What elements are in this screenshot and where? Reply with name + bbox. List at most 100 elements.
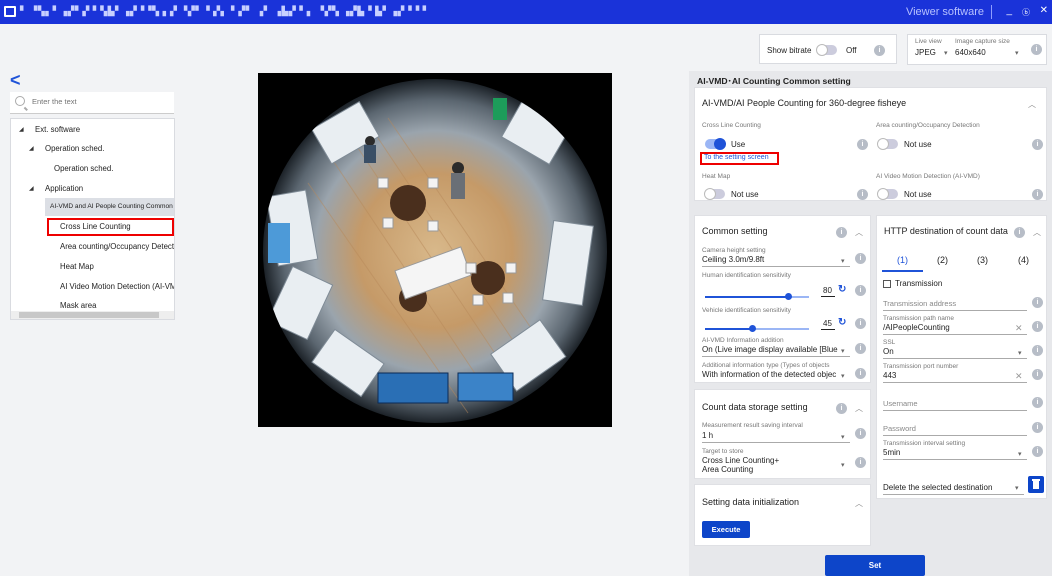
- target-value-1[interactable]: Cross Line Counting+: [702, 456, 779, 465]
- info-icon[interactable]: i: [1032, 189, 1043, 200]
- transmission-checkbox[interactable]: [883, 280, 891, 288]
- restore-button[interactable]: ⓑ: [1022, 7, 1030, 18]
- minimize-button[interactable]: _: [1006, 5, 1012, 16]
- path-value[interactable]: /AIPeopleCounting: [883, 323, 950, 332]
- info-icon[interactable]: i: [874, 45, 885, 56]
- info-icon[interactable]: i: [855, 285, 866, 296]
- info-icon[interactable]: i: [855, 368, 866, 379]
- tab-4[interactable]: (4): [1018, 255, 1029, 265]
- chevron-up-icon[interactable]: ︿: [855, 227, 863, 238]
- search-input[interactable]: [32, 97, 162, 106]
- caret-down-icon[interactable]: ◢: [19, 121, 24, 139]
- info-icon[interactable]: i: [1032, 446, 1043, 457]
- tab-1[interactable]: (1): [897, 255, 908, 265]
- tab-2[interactable]: (2): [937, 255, 948, 265]
- chevron-down-icon[interactable]: ▾: [1015, 484, 1019, 492]
- info-icon[interactable]: i: [855, 457, 866, 468]
- info-icon[interactable]: i: [1032, 397, 1043, 408]
- human-sensitivity-slider[interactable]: [785, 293, 792, 300]
- chevron-down-icon[interactable]: ▾: [841, 461, 845, 469]
- interval-value[interactable]: 1 h: [702, 431, 713, 440]
- chevron-down-icon[interactable]: ▾: [841, 347, 845, 355]
- horizontal-scrollbar[interactable]: [11, 311, 174, 319]
- tree-item-operation-sched[interactable]: ◢ Operation sched.: [11, 140, 174, 158]
- tree-item-heat-map[interactable]: Heat Map: [11, 258, 174, 276]
- info-icon[interactable]: i: [1014, 227, 1025, 238]
- info-icon[interactable]: i: [855, 253, 866, 264]
- username-field[interactable]: Username: [883, 399, 918, 408]
- password-field[interactable]: Password: [883, 424, 916, 433]
- scrollbar-thumb[interactable]: [19, 312, 159, 318]
- info-icon[interactable]: i: [857, 189, 868, 200]
- tree-item-application[interactable]: ◢ Application: [11, 180, 174, 198]
- chevron-up-icon[interactable]: ︿: [855, 498, 863, 509]
- capture-size-value[interactable]: 640x640: [955, 48, 986, 57]
- chevron-down-icon[interactable]: ▾: [1015, 49, 1019, 57]
- info-icon[interactable]: i: [1031, 44, 1042, 55]
- area-counting-toggle[interactable]: [877, 138, 898, 150]
- tree-item-ai-vmd[interactable]: AI Video Motion Detection (AI-VMD: [11, 278, 174, 296]
- info-icon[interactable]: i: [1032, 321, 1043, 332]
- tree-item-operation-sched-child[interactable]: Operation sched.: [11, 160, 174, 178]
- info-icon[interactable]: i: [1032, 369, 1043, 380]
- setting-screen-link[interactable]: To the setting screen: [704, 154, 769, 161]
- area-counting-value: Not use: [904, 140, 932, 149]
- trash-icon[interactable]: [1028, 476, 1044, 493]
- info-icon[interactable]: i: [857, 139, 868, 150]
- address-field[interactable]: Transmission address: [883, 299, 956, 308]
- chevron-down-icon[interactable]: ▾: [841, 372, 845, 380]
- clear-icon[interactable]: ✕: [1015, 371, 1023, 382]
- human-sensitivity-value[interactable]: 80: [823, 286, 832, 295]
- tab-3[interactable]: (3): [977, 255, 988, 265]
- info-icon[interactable]: i: [836, 227, 847, 238]
- ai-vmd-toggle[interactable]: [877, 188, 898, 200]
- chevron-down-icon[interactable]: ▾: [1018, 450, 1022, 458]
- chevron-up-icon[interactable]: ︿: [1028, 99, 1036, 110]
- tree-item-area-counting[interactable]: Area counting/Occupancy Detecti: [11, 238, 174, 256]
- delete-destination-select[interactable]: Delete the selected destination: [883, 483, 992, 492]
- caret-down-icon[interactable]: ◢: [29, 140, 34, 158]
- chevron-down-icon[interactable]: ▾: [944, 49, 948, 57]
- execute-button[interactable]: Execute: [702, 521, 750, 538]
- chevron-down-icon[interactable]: ▾: [841, 257, 845, 265]
- info-icon[interactable]: i: [855, 318, 866, 329]
- additional-info-value[interactable]: With information of the detected objec: [702, 370, 838, 379]
- reset-icon[interactable]: ↻: [838, 317, 846, 328]
- capture-size-label: Image capture size: [955, 38, 1010, 45]
- info-icon[interactable]: i: [1032, 139, 1043, 150]
- field-underline: [702, 356, 850, 357]
- reset-icon[interactable]: ↻: [838, 284, 846, 295]
- info-icon[interactable]: i: [836, 403, 847, 414]
- port-value[interactable]: 443: [883, 371, 896, 380]
- chevron-down-icon[interactable]: ▾: [1018, 349, 1022, 357]
- tree-item-ai-common[interactable]: AI-VMD and AI People Counting Common: [45, 198, 174, 216]
- info-icon[interactable]: i: [1032, 297, 1043, 308]
- heat-map-toggle[interactable]: [704, 188, 725, 200]
- info-icon[interactable]: i: [1032, 422, 1043, 433]
- clear-icon[interactable]: ✕: [1015, 323, 1023, 334]
- caret-down-icon[interactable]: ◢: [29, 180, 34, 198]
- info-icon[interactable]: i: [855, 343, 866, 354]
- live-view-value[interactable]: JPEG: [915, 48, 936, 57]
- tree-item-ext-software[interactable]: ◢ Ext. software: [11, 121, 174, 139]
- camera-height-value[interactable]: Ceiling 3.0m/9.8ft: [702, 255, 764, 264]
- info-icon[interactable]: i: [855, 428, 866, 439]
- close-button[interactable]: ✕: [1040, 5, 1048, 16]
- chevron-up-icon[interactable]: ︿: [855, 403, 863, 414]
- tree-item-cross-line[interactable]: Cross Line Counting: [47, 218, 174, 236]
- chevron-up-icon[interactable]: ︿: [1033, 227, 1041, 238]
- set-button[interactable]: Set: [825, 555, 925, 576]
- vmd-info-value[interactable]: On (Live image display available [Blue f: [702, 345, 838, 354]
- target-value-2[interactable]: Area Counting: [702, 465, 753, 474]
- common-setting-card: Common setting i ︿ Camera height setting…: [694, 215, 871, 383]
- vehicle-sensitivity-slider[interactable]: [749, 325, 756, 332]
- camera-live-image[interactable]: [258, 73, 612, 427]
- vehicle-sensitivity-value[interactable]: 45: [823, 319, 832, 328]
- cross-line-toggle[interactable]: [705, 138, 726, 150]
- back-arrow-icon[interactable]: <: [10, 70, 21, 91]
- ssl-value[interactable]: On: [883, 347, 894, 356]
- interval-setting-value[interactable]: 5min: [883, 448, 900, 457]
- bitrate-toggle[interactable]: [816, 44, 837, 56]
- chevron-down-icon[interactable]: ▾: [841, 433, 845, 441]
- info-icon[interactable]: i: [1032, 345, 1043, 356]
